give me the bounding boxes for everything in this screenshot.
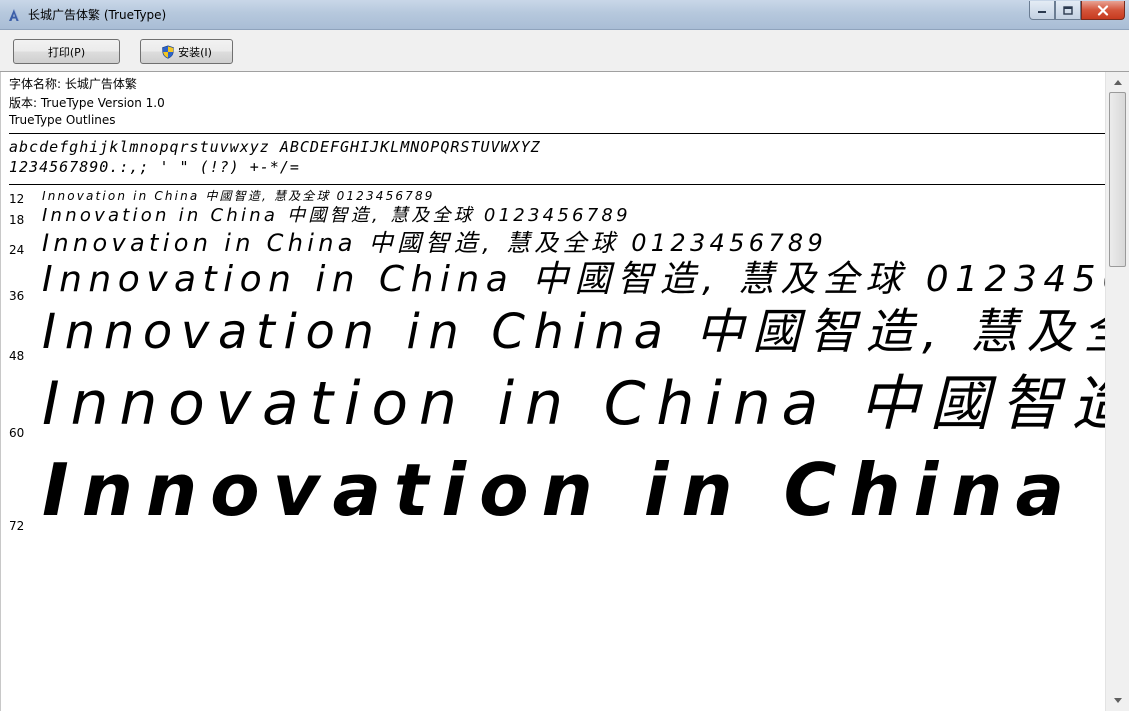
print-button[interactable]: 打印(P) xyxy=(13,39,120,64)
install-button[interactable]: 安装(I) xyxy=(140,39,233,64)
font-version-info: 版本: TrueType Version 1.0 xyxy=(9,96,165,110)
minimize-icon xyxy=(1038,11,1046,13)
close-button[interactable] xyxy=(1081,1,1125,20)
window-controls xyxy=(1029,1,1125,21)
font-outlines-info: TrueType Outlines xyxy=(9,113,116,127)
divider-top xyxy=(9,133,1105,134)
size-label: 72 xyxy=(9,519,25,533)
sample-row-24: 24 Innovation in China 中國智造, 慧及全球 012345… xyxy=(1,230,1105,262)
charset-letters: abcdefghijklmnopqrstuvwxyz ABCDEFGHIJKLM… xyxy=(9,138,541,156)
size-label: 36 xyxy=(9,289,25,303)
sample-row-72: 72 Innovation in China 中國智造, 慧及全球 012345… xyxy=(1,448,1105,548)
scrollbar-thumb[interactable] xyxy=(1109,92,1126,267)
maximize-button[interactable] xyxy=(1055,1,1081,20)
sample-row-36: 36 Innovation in China 中國智造, 慧及全球 012345… xyxy=(1,260,1105,306)
size-label: 48 xyxy=(9,349,25,363)
size-label: 18 xyxy=(9,213,25,227)
divider-bottom xyxy=(9,184,1105,185)
uac-shield-icon xyxy=(162,44,174,59)
sample-text: Innovation in China 中國智造, 慧及全球 012345678… xyxy=(42,369,1105,439)
maximize-icon xyxy=(1063,5,1073,15)
title-bar[interactable]: 长城广告体繁 (TrueType) xyxy=(0,0,1129,30)
sample-row-48: 48 Innovation in China 中國智造, 慧及全球 012345… xyxy=(1,306,1105,370)
sample-text: Innovation in China 中國智造, 慧及全球 012345678… xyxy=(42,259,1105,300)
arrow-down-icon xyxy=(1113,698,1122,703)
minimize-button[interactable] xyxy=(1029,1,1055,20)
size-label: 24 xyxy=(9,243,25,257)
sample-text: Innovation in China 中國智造, 慧及全球 012345678… xyxy=(42,304,1105,360)
charset-symbols: 1234567890.:,; ' " (!?) +-*/= xyxy=(9,158,300,176)
font-viewer-window: 长城广告体繁 (TrueType) 打印(P) 安装(I) 字体名称: 长城广告… xyxy=(0,0,1129,711)
sample-text: Innovation in China 中國智造, 慧及全球 012345678… xyxy=(42,205,631,226)
font-name-info: 字体名称: 长城广告体繁 xyxy=(9,77,137,91)
window-title: 长城广告体繁 (TrueType) xyxy=(28,8,167,22)
size-label: 12 xyxy=(9,192,25,206)
sample-text: Innovation in China 中國智造, 慧及全球 012345678… xyxy=(42,189,435,203)
arrow-up-icon xyxy=(1113,80,1122,85)
scroll-down-button[interactable] xyxy=(1109,692,1126,709)
sample-row-60: 60 Innovation in China 中國智造, 慧及全球 012345… xyxy=(1,370,1105,448)
print-button-label: 打印(P) xyxy=(47,45,86,59)
font-viewer-icon[interactable] xyxy=(6,7,22,23)
vertical-scrollbar[interactable] xyxy=(1105,72,1129,711)
size-label: 60 xyxy=(9,426,25,440)
sample-text: Innovation in China 中國智造, 慧及全球 012345678… xyxy=(42,448,1105,532)
font-preview-area: 字体名称: 长城广告体繁 版本: TrueType Version 1.0 Tr… xyxy=(0,72,1105,711)
sample-text: Innovation in China 中國智造, 慧及全球 012345678… xyxy=(42,229,828,257)
close-icon xyxy=(1097,4,1109,16)
toolbar: 打印(P) 安装(I) xyxy=(0,30,1129,72)
install-button-label: 安装(I) xyxy=(178,45,212,59)
scroll-up-button[interactable] xyxy=(1109,74,1126,91)
